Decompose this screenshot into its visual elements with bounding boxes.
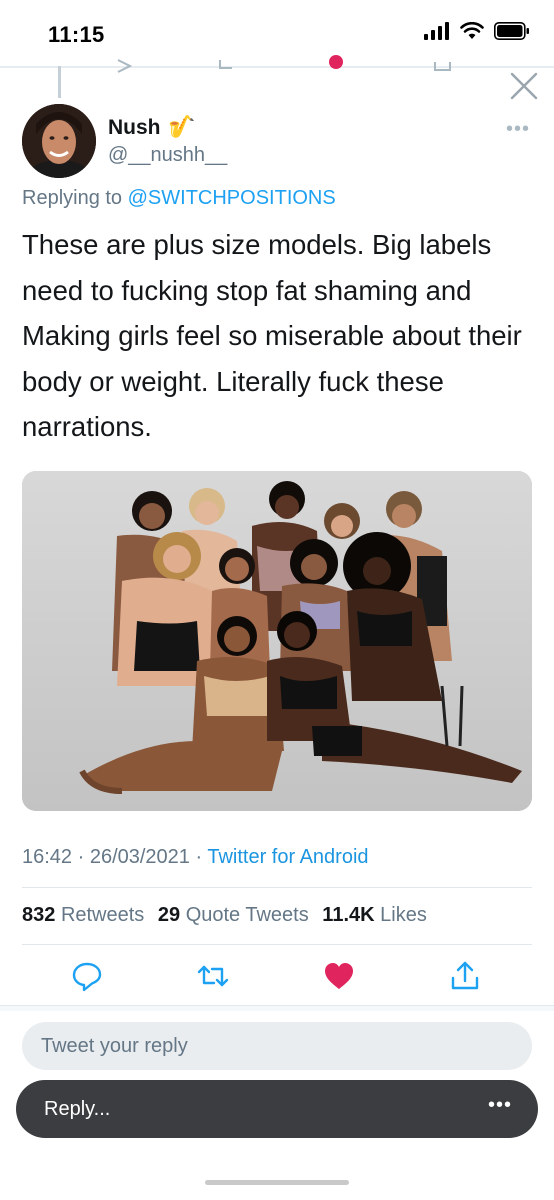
stats-top-divider (22, 887, 532, 888)
reply-placeholder: Tweet your reply (41, 1035, 188, 1057)
group-photo-image (22, 471, 532, 811)
author-emoji: 🎷 (168, 114, 196, 139)
previous-tweet-actions (117, 55, 451, 73)
quotes-stat[interactable]: 29 Quote Tweets (158, 904, 309, 926)
reply-section-separator (0, 1005, 554, 1011)
thread-line (58, 66, 61, 98)
wifi-icon (460, 22, 484, 39)
heart-icon[interactable] (322, 959, 356, 993)
author-name[interactable]: Nush (108, 116, 161, 140)
status-icons (424, 22, 530, 40)
tweet-stats: 832 Retweets 29 Quote Tweets 11.4K Likes (22, 904, 427, 927)
author-handle[interactable]: @__nushh__ (108, 144, 227, 167)
tweet-actions (22, 955, 532, 999)
likes-count: 11.4K (322, 904, 375, 926)
more-options-icon[interactable]: ••• (488, 1094, 512, 1117)
retweets-stat[interactable]: 832 Retweets (22, 904, 144, 926)
retweets-label: Retweets (60, 904, 145, 926)
replying-to-prefix: Replying to (22, 187, 128, 209)
share-icon[interactable] (448, 959, 482, 993)
replying-to-mention[interactable]: @SWITCHPOSITIONS (128, 187, 336, 209)
tweet-media-photo[interactable] (22, 471, 532, 811)
close-icon[interactable] (506, 68, 542, 104)
reply-input[interactable]: Tweet your reply (22, 1022, 532, 1070)
reply-icon[interactable] (70, 959, 104, 993)
quotes-count: 29 (157, 904, 181, 926)
stats-bottom-divider (22, 944, 532, 945)
likes-stat[interactable]: 11.4K Likes (322, 904, 427, 926)
tweet-text: These are plus size models. Big labels n… (22, 229, 522, 442)
timestamp-text: 16:42 · 26/03/2021 · (22, 846, 208, 868)
tweet-source-link[interactable]: Twitter for Android (207, 846, 368, 868)
signal-icon (424, 22, 449, 40)
retweets-count: 832 (22, 904, 56, 926)
avatar[interactable] (22, 104, 96, 178)
likes-label: Likes (380, 904, 427, 926)
tweet-timestamp: 16:42 · 26/03/2021 · Twitter for Android (22, 846, 369, 869)
quotes-label: Quote Tweets (185, 904, 309, 926)
avatar-image (22, 104, 96, 178)
replying-to: Replying to @SWITCHPOSITIONS (22, 187, 336, 210)
retweet-icon[interactable] (196, 959, 230, 993)
reply-toast[interactable]: Reply... ••• (16, 1080, 538, 1138)
battery-icon (494, 22, 529, 40)
reply-toast-label: Reply... (44, 1098, 111, 1120)
more-icon[interactable]: ••• (506, 118, 530, 141)
home-indicator (205, 1180, 349, 1185)
status-time: 11:15 (48, 22, 105, 47)
